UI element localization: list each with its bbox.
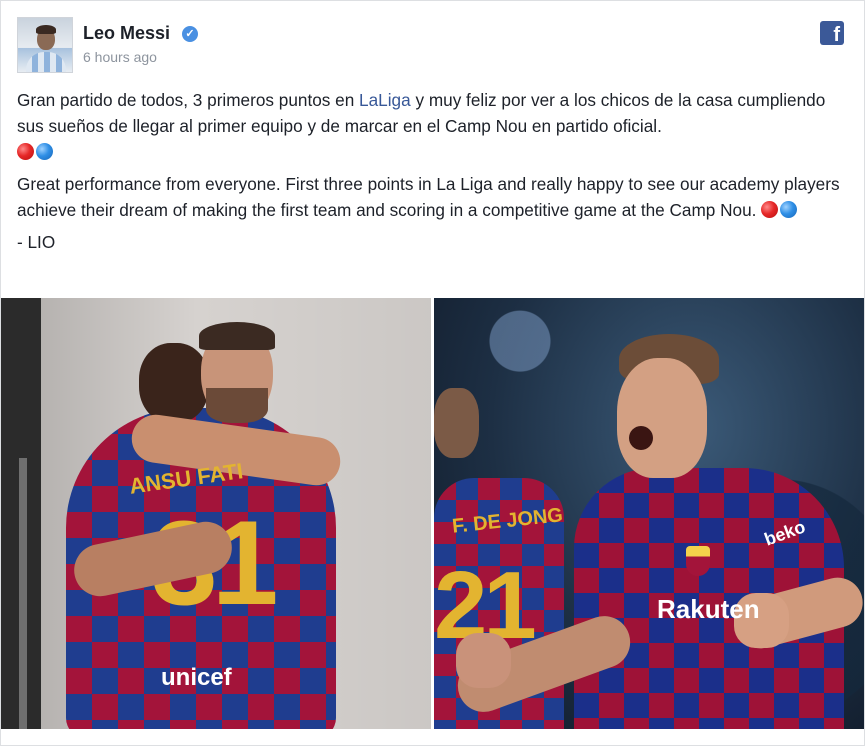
spanish-text-before: Gran partido de todos, 3 primeros puntos… bbox=[17, 90, 360, 110]
english-text: Great performance from everyone. First t… bbox=[17, 174, 840, 220]
player-back-head bbox=[139, 343, 209, 423]
post-signature: - LIO bbox=[17, 232, 56, 252]
author-name[interactable]: Leo Messi bbox=[83, 23, 170, 44]
laliga-link[interactable]: LaLiga bbox=[359, 90, 411, 110]
blue-circle-emoji-icon bbox=[36, 143, 53, 160]
red-circle-emoji-icon bbox=[17, 143, 34, 160]
author-avatar[interactable] bbox=[17, 17, 73, 73]
blue-circle-emoji-icon bbox=[780, 201, 798, 218]
celebrating-player-mouth bbox=[629, 426, 653, 450]
red-circle-emoji-icon bbox=[761, 201, 779, 218]
celebrating-player-face bbox=[617, 358, 707, 478]
left-fist bbox=[456, 633, 511, 688]
messi-hair bbox=[199, 322, 275, 350]
jersey-sponsor: unicef bbox=[161, 664, 232, 691]
facebook-icon[interactable]: f bbox=[820, 21, 844, 45]
messi-beard bbox=[206, 388, 268, 423]
facebook-post-card: Leo Messi ✓ 6 hours ago f Gran partido d… bbox=[0, 0, 865, 746]
club-crest bbox=[686, 546, 710, 576]
verified-badge-icon: ✓ bbox=[182, 26, 198, 42]
post-body: Gran partido de todos, 3 primeros puntos… bbox=[17, 87, 852, 261]
avatar-hair bbox=[36, 25, 56, 34]
post-timestamp[interactable]: 6 hours ago bbox=[83, 49, 157, 65]
post-photos: ANSU FATI 31 unicef F. DE JONG 21 beko R… bbox=[1, 298, 864, 729]
post-paragraph-spanish: Gran partido de todos, 3 primeros puntos… bbox=[17, 87, 852, 165]
teammate-head bbox=[434, 388, 479, 458]
photo-hug[interactable]: ANSU FATI 31 unicef bbox=[1, 298, 431, 729]
jersey-sponsor: Rakuten bbox=[657, 594, 760, 624]
photo-celebration[interactable]: F. DE JONG 21 beko Rakuten bbox=[434, 298, 864, 729]
post-paragraph-english: Great performance from everyone. First t… bbox=[17, 171, 852, 223]
door-edge bbox=[19, 458, 27, 729]
avatar-shirt bbox=[26, 52, 66, 72]
